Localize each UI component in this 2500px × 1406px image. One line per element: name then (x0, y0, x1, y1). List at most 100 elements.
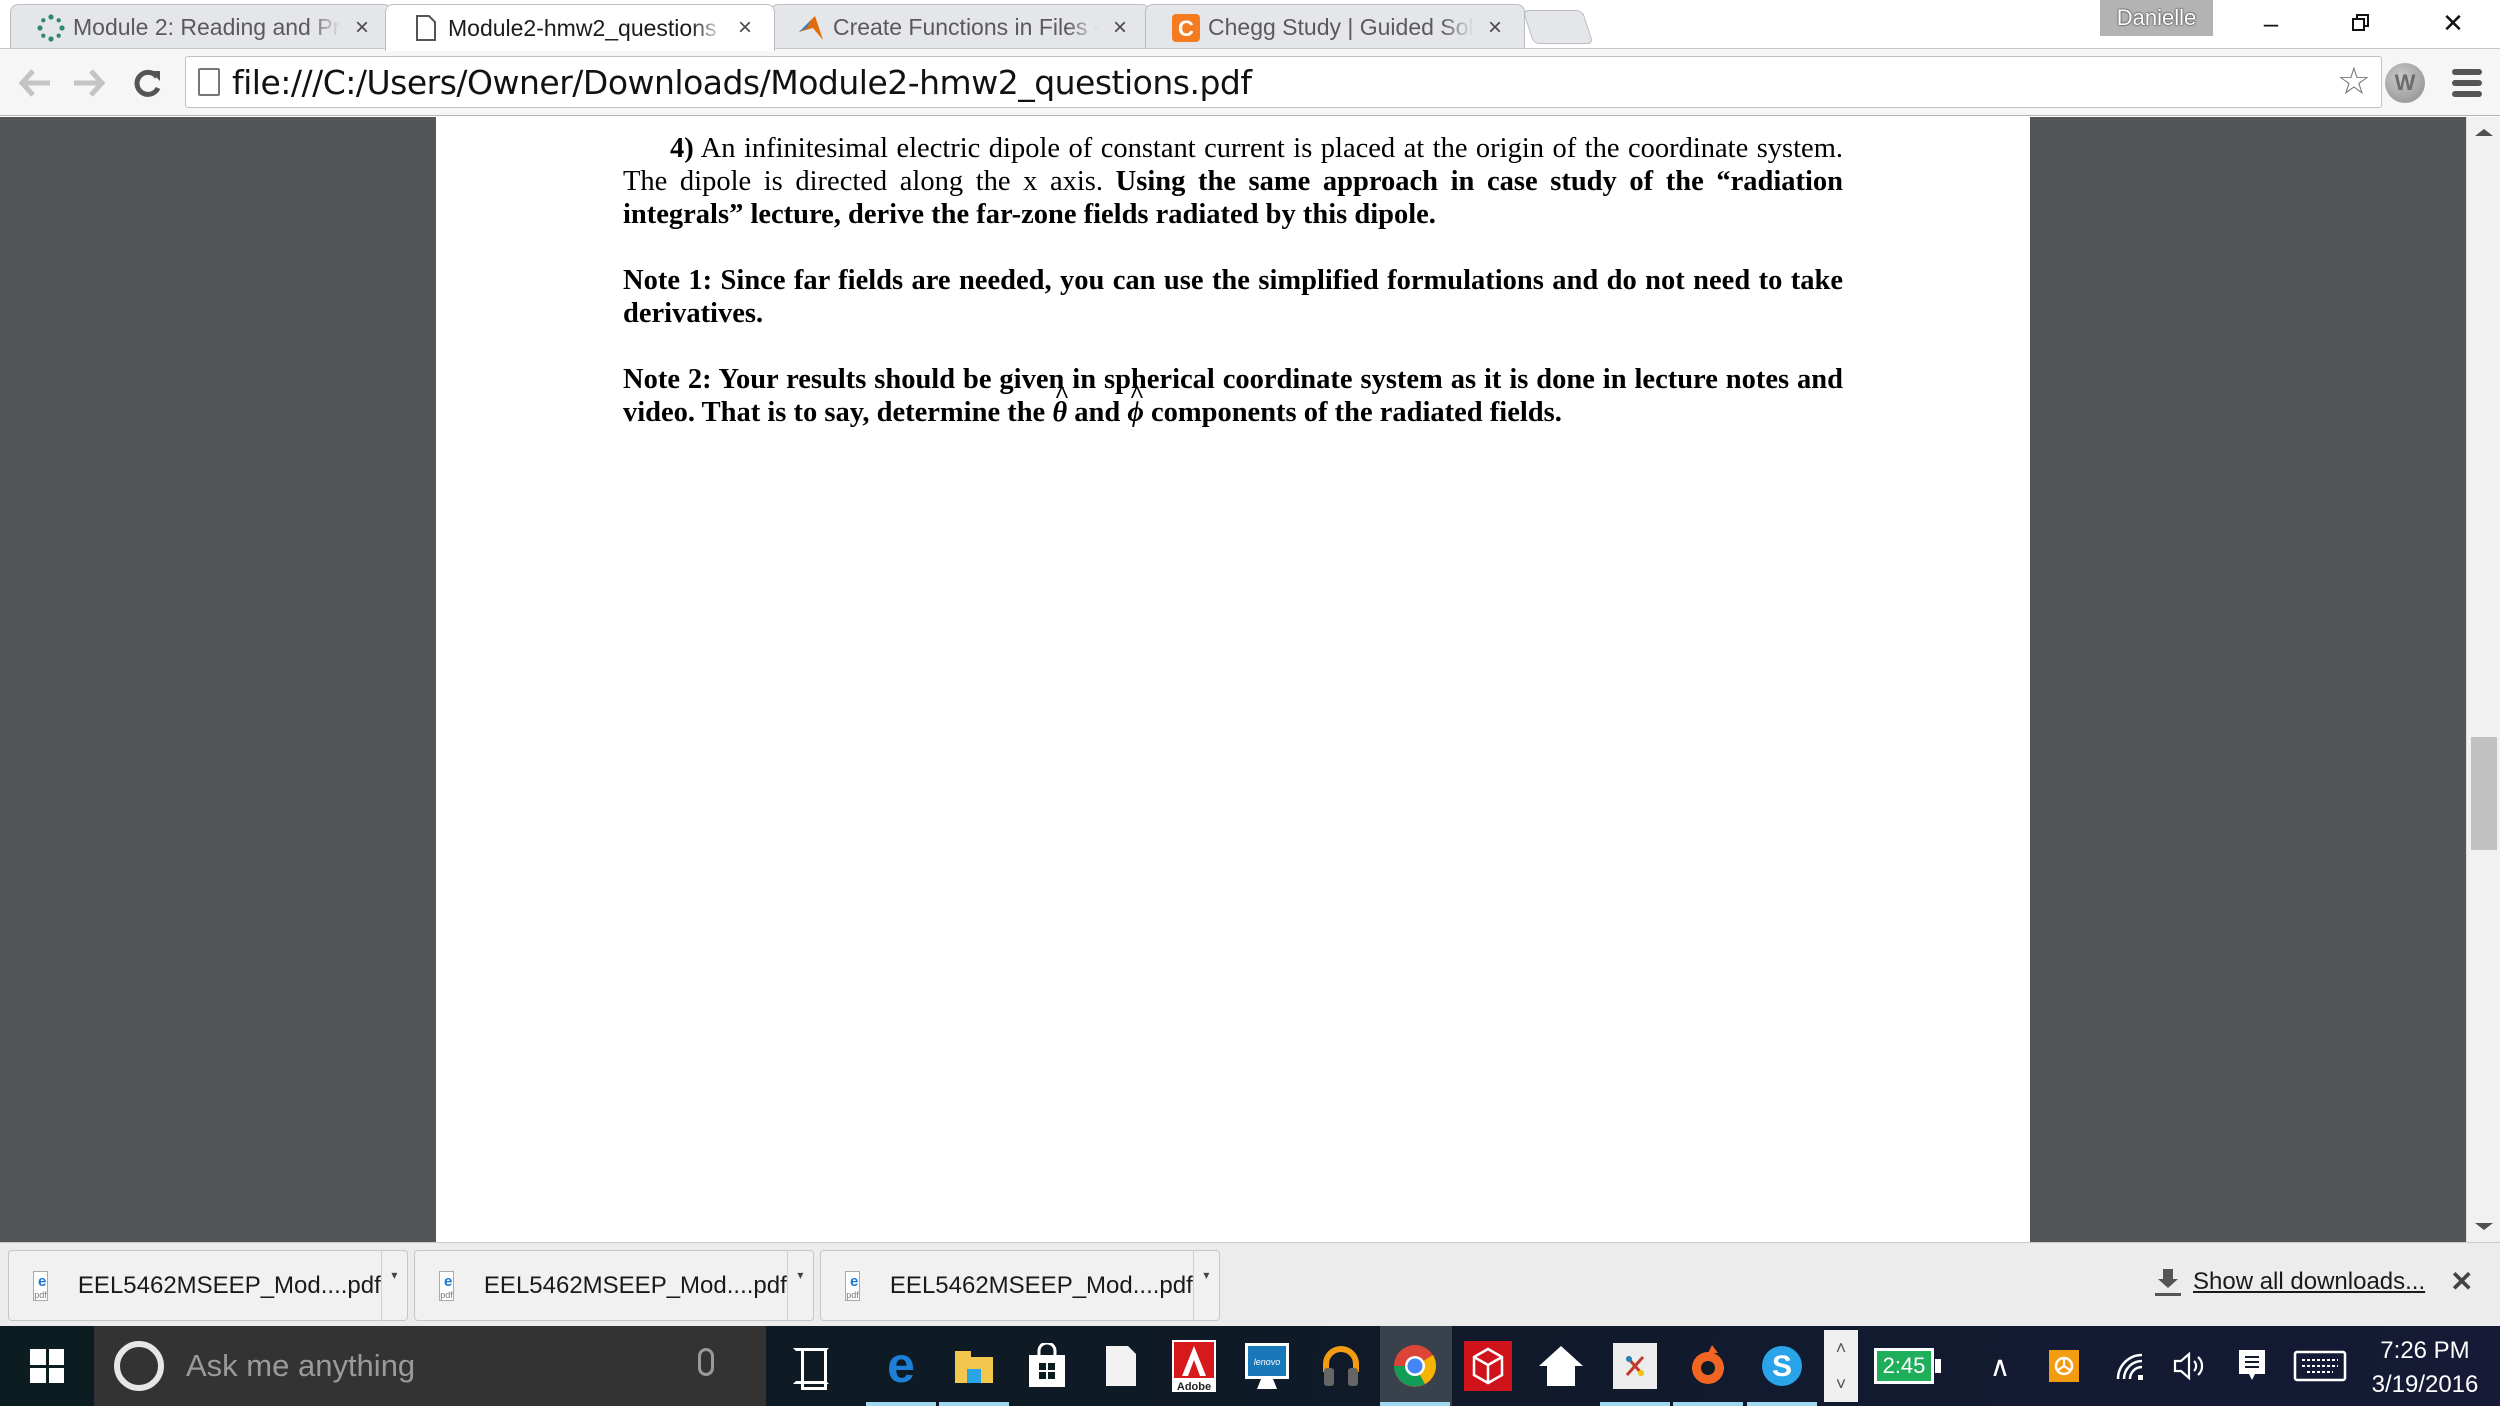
document-text: 4) An infinitesimal electric dipole of c… (623, 132, 1843, 462)
matlab-icon (797, 14, 825, 42)
profile-button[interactable]: Danielle (2100, 0, 2213, 36)
svg-text:S: S (1772, 1350, 1792, 1383)
restore-button[interactable] (2326, 0, 2396, 46)
skype-icon[interactable]: S (1747, 1340, 1817, 1406)
store-icon[interactable] (1022, 1340, 1072, 1392)
microphone-icon[interactable] (698, 1348, 714, 1376)
wifi-icon[interactable] (2108, 1326, 2152, 1406)
url-text[interactable]: file:///C:/Users/Owner/Downloads/Module2… (232, 63, 1252, 102)
forward-button[interactable] (66, 61, 110, 105)
home-icon[interactable] (1536, 1340, 1586, 1392)
download-item[interactable]: pdf EEL5462MSEEP_Mod....pdf ▾ (820, 1250, 1220, 1321)
windows-taskbar: Ask me anything e Adobe lenovo S ˄ ˅ 2:4… (0, 1326, 2500, 1406)
scroll-up-arrow-icon[interactable] (2475, 129, 2493, 136)
tab-title: Module2-hmw2_questions (448, 14, 717, 41)
blank-document-icon[interactable] (1096, 1340, 1146, 1392)
tab-close-icon[interactable]: × (1484, 14, 1506, 42)
volume-icon[interactable] (2166, 1326, 2214, 1406)
pdf-page: 4) An infinitesimal electric dipole of c… (436, 117, 2030, 1242)
download-menu-arrow-icon[interactable]: ▾ (380, 1250, 407, 1321)
scrollbar-thumb[interactable] (2471, 737, 2497, 851)
scroll-down-arrow-icon[interactable] (2475, 1223, 2493, 1230)
red-cube-app-icon[interactable] (1463, 1340, 1513, 1392)
tab-title: Create Functions in Files - (833, 14, 1099, 40)
task-view-icon[interactable] (793, 1348, 829, 1390)
lenovo-icon[interactable]: lenovo (1242, 1340, 1292, 1392)
page-icon (412, 14, 440, 42)
back-button[interactable] (14, 61, 58, 105)
tab-chegg-study[interactable]: C Chegg Study | Guided Sol × (1145, 4, 1525, 50)
touch-keyboard-icon[interactable] (2290, 1326, 2350, 1406)
download-filename: EEL5462MSEEP_Mod....pdf (889, 1271, 1193, 1299)
note-1-text: Note 1: Since far fields are needed, you… (623, 265, 1843, 329)
download-filename: EEL5462MSEEP_Mod....pdf (483, 1271, 787, 1299)
tab-module2-hmw2-questions[interactable]: Module2-hmw2_questions × (385, 4, 775, 51)
taskbar-scroll-up-icon[interactable]: ˄ (1836, 1338, 1847, 1359)
theta-hat-symbol: θ (1052, 378, 1069, 429)
edge-icon[interactable]: e (866, 1340, 936, 1406)
note-2-and: and (1074, 397, 1121, 428)
note-1: Note 1: Since far fields are needed, you… (623, 264, 1843, 330)
forward-arrow-icon (74, 69, 105, 97)
tab-title: Chegg Study | Guided Sol (1208, 14, 1474, 40)
pdf-file-icon: pdf (439, 1270, 454, 1301)
download-menu-arrow-icon[interactable]: ▾ (786, 1250, 813, 1321)
download-menu-arrow-icon[interactable]: ▾ (1192, 1250, 1219, 1321)
action-center-icon[interactable] (2230, 1326, 2274, 1406)
download-icon (2155, 1269, 2181, 1296)
google-play-music-icon[interactable] (1316, 1340, 1366, 1392)
taskbar-scroll-box[interactable]: ˄ ˅ (1824, 1330, 1858, 1402)
show-all-downloads-label[interactable]: Show all downloads... (2193, 1268, 2425, 1296)
paint-app-icon[interactable] (1600, 1340, 1670, 1406)
note-2-text-b: components of the radiated fields. (1150, 397, 1562, 428)
address-bar[interactable]: file:///C:/Users/Owner/Downloads/Module2… (185, 56, 2382, 108)
page-info-icon[interactable] (198, 68, 220, 96)
show-hidden-icons-chevron-icon[interactable]: ∧ (1980, 1326, 2020, 1406)
download-filename: EEL5462MSEEP_Mod....pdf (77, 1271, 381, 1299)
tab-module2-reading[interactable]: Module 2: Reading and Pr × (10, 4, 392, 50)
cortana-search-box[interactable]: Ask me anything (94, 1326, 766, 1406)
bookmark-star-icon[interactable]: ☆ (2337, 63, 2371, 101)
canvas-icon (37, 13, 65, 42)
search-placeholder: Ask me anything (186, 1348, 416, 1383)
reload-button[interactable] (126, 61, 170, 105)
note-2: Note 2: Your results should be given in … (623, 363, 1843, 429)
restore-icon (2352, 14, 2369, 31)
new-tab-button[interactable] (1522, 10, 1594, 44)
browser-toolbar: file:///C:/Users/Owner/Downloads/Module2… (0, 48, 2500, 116)
start-button[interactable] (0, 1326, 94, 1406)
tab-strip: Module 2: Reading and Pr × Module2-hmw2_… (0, 0, 2500, 51)
chrome-menu-icon[interactable] (2452, 69, 2482, 97)
tab-close-icon[interactable]: × (734, 14, 756, 42)
close-window-button[interactable]: ✕ (2418, 0, 2488, 46)
taskbar-scroll-down-icon[interactable]: ˅ (1836, 1374, 1847, 1395)
question-number: 4) (670, 133, 694, 164)
adobe-reader-icon[interactable]: Adobe (1169, 1340, 1219, 1392)
question-4: 4) An infinitesimal electric dipole of c… (623, 132, 1843, 231)
svg-text:Adobe: Adobe (1177, 1381, 1211, 1392)
file-explorer-icon[interactable] (939, 1340, 1009, 1406)
battery-indicator[interactable]: 2:45 (1874, 1348, 1941, 1384)
close-download-bar-icon[interactable]: ✕ (2450, 1265, 2473, 1298)
minimize-button[interactable]: – (2236, 0, 2306, 46)
chegg-icon: C (1172, 13, 1200, 42)
tab-create-functions[interactable]: Create Functions in Files - × (770, 4, 1150, 50)
chrome-icon[interactable] (1380, 1340, 1450, 1406)
download-item[interactable]: pdf EEL5462MSEEP_Mod....pdf ▾ (414, 1250, 814, 1321)
pdf-file-icon: pdf (33, 1270, 48, 1301)
svg-text:C: C (1178, 16, 1194, 41)
reload-icon (134, 69, 161, 97)
settings-tray-icon[interactable] (2044, 1326, 2084, 1406)
tab-close-icon[interactable]: × (351, 14, 373, 42)
extension-w-icon[interactable]: W (2385, 63, 2425, 103)
svg-text:lenovo: lenovo (1254, 1357, 1281, 1367)
download-item[interactable]: pdf EEL5462MSEEP_Mod....pdf ▾ (8, 1250, 408, 1321)
pdf-viewer: 4) An infinitesimal electric dipole of c… (0, 117, 2466, 1242)
show-all-downloads-link[interactable]: Show all downloads... (2155, 1268, 2425, 1296)
tab-close-icon[interactable]: × (1109, 14, 1131, 42)
origin-icon[interactable] (1673, 1340, 1743, 1406)
vertical-scrollbar[interactable] (2466, 117, 2500, 1242)
tab-title: Module 2: Reading and Pr (73, 14, 341, 40)
phi-hat-symbol: ϕ (1127, 378, 1144, 429)
system-clock[interactable]: 7:26 PM 3/19/2016 (2360, 1334, 2490, 1402)
